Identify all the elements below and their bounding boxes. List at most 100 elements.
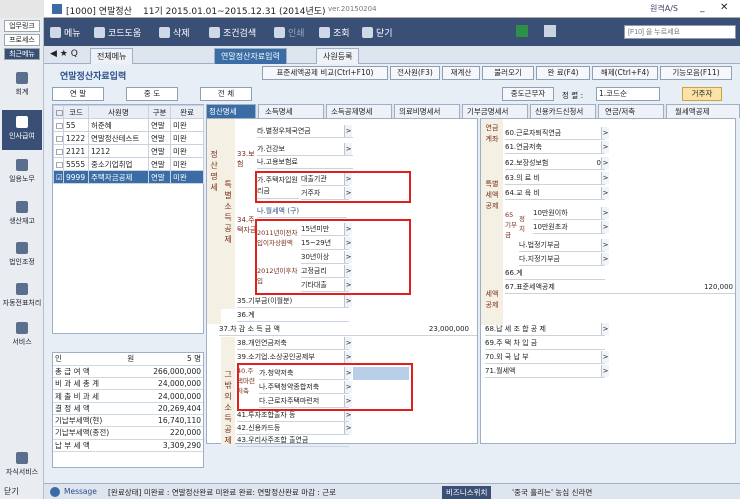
filter-all[interactable]: 전 체 (200, 87, 252, 101)
menu-button[interactable]: 메뉴 (50, 23, 81, 41)
message-icon (50, 487, 60, 497)
expand-icon[interactable]: > (601, 187, 609, 199)
sort-select[interactable]: 1.코드순 (596, 87, 660, 101)
expand-icon[interactable]: > (344, 337, 352, 349)
tab-all-menu[interactable]: 전체메뉴 (90, 48, 134, 64)
release-button[interactable]: 해제(Ctrl+F4) (592, 66, 658, 80)
table-row[interactable]: □ 5555 중소기업취업 연말 미완 (53, 157, 204, 171)
sidebar-link-button[interactable]: 업무링크 (4, 20, 40, 32)
row-education: 64.교 육 비 (505, 187, 605, 200)
expand-icon[interactable]: > (344, 125, 352, 137)
sort-label: 정 렬 : (562, 91, 584, 100)
window-title: [1000] 연말정산 (66, 7, 132, 17)
table-row-selected[interactable]: ☑ 9999 주택자금공제 연말 미완 (53, 170, 204, 184)
row-rent: 71.월세액 (485, 365, 605, 378)
search-input[interactable] (624, 25, 736, 39)
magnifier-icon (319, 26, 330, 38)
expand-icon[interactable]: > (601, 207, 609, 219)
close-window-icon[interactable]: ✕ (720, 2, 728, 13)
tab-pension[interactable]: 연금/저축 (598, 104, 664, 118)
detail-right-panel: 연금계좌 특별세액공제 세액공제 65기부금 정치 60.근로자퇴직연금 > 61… (480, 118, 736, 444)
table-row[interactable]: □ 2121 1212 연말 미완 (53, 144, 204, 158)
expand-icon[interactable]: > (601, 253, 609, 265)
sidebar-item-knowledge[interactable]: 자식서비스 (2, 446, 42, 486)
load-button[interactable]: 불러오기 (482, 66, 534, 80)
expand-icon[interactable]: > (344, 351, 352, 363)
sidebar-item-service[interactable]: 서비스 (2, 316, 42, 356)
row-monthly-rent: 나.월세액 (구) (257, 205, 347, 218)
summary-table: 인원5 명 총 급 여 액 266,000,000 비 과 세 총 계 24,000… (53, 353, 203, 452)
close-button[interactable]: 닫기 (362, 23, 393, 41)
tab-medical[interactable]: 의료비명세서 (394, 104, 460, 118)
expand-icon[interactable]: > (601, 157, 609, 169)
sidebar-item-production[interactable]: 생산재고 (2, 195, 42, 235)
expand-icon[interactable]: > (601, 323, 609, 335)
tab-donation[interactable]: 기부금명세서 (462, 104, 528, 118)
row-foreign-tax: 70.외 국 납 부 (485, 351, 605, 364)
expand-icon[interactable]: > (344, 143, 352, 155)
tabs-bar: ◀ ★ Q 전체메뉴 연말정산자료입력 사원등록 (44, 46, 740, 64)
filter-year-end[interactable]: 연 말 (52, 87, 104, 101)
row-housing-loan: 69.주 택 차 입 금 (485, 337, 605, 350)
expand-icon[interactable]: > (601, 127, 609, 139)
tab-rent[interactable]: 월세액공제 (666, 104, 740, 118)
tab-deduction[interactable]: 소득공제명세 (326, 104, 392, 118)
expand-icon[interactable]: > (344, 422, 352, 434)
sidebar-item-daily-labor[interactable]: 일용노무 (2, 153, 42, 193)
table-row[interactable]: □ 55 허준혜 연말 미완 (53, 118, 204, 132)
expand-icon[interactable]: > (601, 141, 609, 153)
functions-button[interactable]: 기능모음(F11) (660, 66, 732, 80)
row-retirement: 60.근로자퇴직연금 (505, 127, 605, 140)
expand-icon[interactable]: > (601, 221, 609, 233)
expand-icon[interactable]: > (601, 365, 609, 377)
help-code-button[interactable]: 코드도움 (94, 23, 141, 41)
biz-switch[interactable]: 비즈니스위치 (442, 486, 492, 499)
sidebar-process-button[interactable]: 프로세스 (4, 34, 40, 46)
filter-midterm[interactable]: 중 도 (126, 87, 178, 101)
sidebar-item-accounting[interactable]: 회계 (2, 66, 42, 106)
row-donation-carryover: 35.기부금(이월분) (237, 295, 349, 308)
building-icon (16, 242, 28, 254)
tab-year-end-input[interactable]: 연말정산자료입력 (214, 48, 287, 64)
label-settlement: 정 산 명 세 (210, 150, 218, 192)
print-button[interactable]: 인쇄 (274, 23, 305, 41)
expand-icon[interactable]: > (601, 172, 609, 184)
table-row[interactable]: □ 1222 연말정산테스트 연말 미완 (53, 131, 204, 145)
sidebar-item-payroll[interactable]: 인사급여 (2, 110, 42, 150)
condition-search-button[interactable]: 조건검색 (209, 23, 256, 41)
sidebar-close[interactable]: 닫기 (4, 486, 19, 497)
sidebar-recent-button[interactable]: 최근메뉴 (4, 48, 40, 60)
expand-icon[interactable]: > (601, 351, 609, 363)
remote-support[interactable]: 원격A/S (650, 3, 678, 14)
tab-employee-register[interactable]: 사원등록 (316, 48, 360, 64)
label-donation: 65기부금 (505, 211, 517, 239)
row-legal-donation: 나.법정기부금 (519, 239, 605, 252)
minimize-icon[interactable]: _ (700, 3, 705, 13)
recalc-button[interactable]: 재계산 (442, 66, 480, 80)
row-over100k: 10만원초과 (533, 221, 605, 234)
highlight-box (255, 219, 411, 295)
value-zero: 0 (589, 157, 601, 170)
all-employees-button[interactable]: 전사원(F3) (390, 66, 440, 80)
doc-icon[interactable] (544, 25, 556, 37)
col-name: 사원명 (88, 105, 149, 119)
nav-icons[interactable]: ◀ ★ Q (50, 49, 78, 59)
std-compare-button[interactable]: 표준세액공제 비교(Ctrl+F10) (262, 66, 388, 80)
title-left (0, 0, 44, 18)
tab-settlement[interactable]: 정산명세 (206, 104, 256, 118)
view-button[interactable]: 조회 (319, 23, 350, 41)
sidebar-item-corporate[interactable]: 법인조정 (2, 236, 42, 276)
expand-icon[interactable]: > (344, 295, 352, 307)
complete-button[interactable]: 완 료(F4) (536, 66, 590, 80)
highlight-box (255, 171, 411, 203)
check-all[interactable]: □ (53, 105, 64, 119)
status-bar: Message [완료상태] 미완료 : 연말정산완료 미완료 완료: 연말정산… (44, 483, 740, 499)
delete-button[interactable]: 삭제 (159, 23, 190, 41)
tab-credit-card[interactable]: 신용카드신청서 (530, 104, 596, 118)
news-ticker[interactable]: '중국 흘리는' 농심 신라면 (512, 487, 592, 498)
expand-icon[interactable]: > (601, 239, 609, 251)
tab-income[interactable]: 소득명세 (258, 104, 324, 118)
midterm-worker-button[interactable]: 중도근무자 (502, 87, 554, 101)
sidebar-item-auto-voucher[interactable]: 자동전표처리 (2, 277, 42, 317)
excel-icon[interactable] (516, 25, 528, 37)
